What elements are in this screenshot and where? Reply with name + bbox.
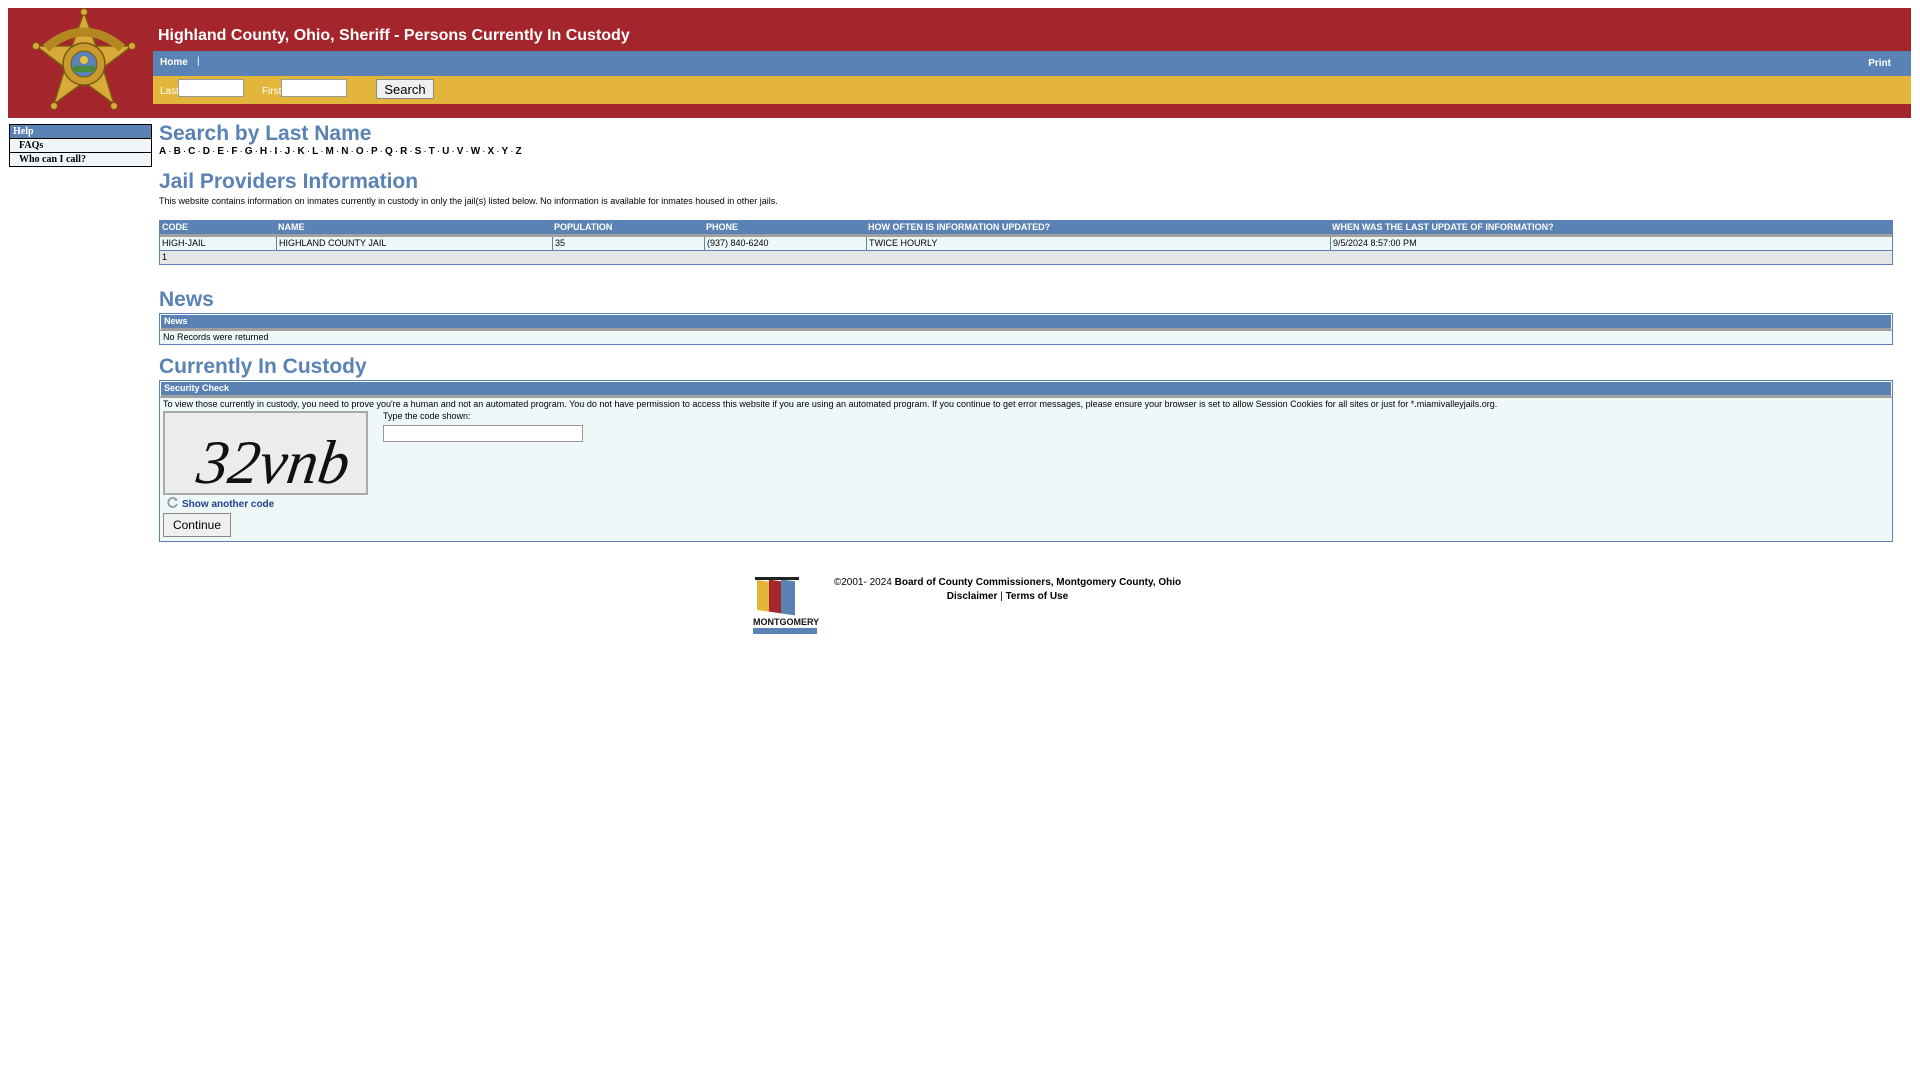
cell-phone: (937) 840-6240: [704, 237, 866, 251]
news-box: News No Records were returned: [159, 313, 1893, 345]
news-empty-message: No Records were returned: [163, 332, 269, 342]
search-by-last-name-title: Search by Last Name: [159, 122, 372, 145]
alphabet-separator: ·: [482, 146, 486, 157]
alphabet-separator: ·: [279, 146, 283, 157]
table-row: HIGH-JAIL HIGHLAND COUNTY JAIL 35 (937) …: [160, 237, 1892, 251]
sheriff-badge-logo: [20, 8, 148, 118]
letter-link-t[interactable]: T: [429, 146, 435, 157]
letter-link-o[interactable]: O: [356, 146, 364, 157]
alphabet-separator: ·: [197, 146, 201, 157]
last-name-input[interactable]: [178, 79, 244, 97]
name-search-bar: Last First Search: [153, 76, 1911, 104]
top-nav: Home | Print: [153, 51, 1911, 76]
cell-name: HIGHLAND COUNTY JAIL: [276, 237, 552, 251]
letter-link-g[interactable]: G: [245, 146, 253, 157]
alphabet-separator: ·: [292, 146, 296, 157]
alphabet-separator: ·: [465, 146, 469, 157]
alphabet-separator: ·: [306, 146, 311, 157]
letter-link-k[interactable]: K: [298, 146, 305, 157]
site-header: Highland County, Ohio, Sheriff - Persons…: [8, 8, 1911, 118]
letter-link-e[interactable]: E: [217, 146, 224, 157]
alphabet-separator: ·: [239, 146, 243, 157]
alphabet-separator: ·: [423, 146, 427, 157]
captcha-code-label: Type the code shown:: [383, 411, 471, 421]
column-header-name: NAME: [276, 221, 552, 237]
refresh-icon: [166, 496, 179, 512]
letter-link-b[interactable]: B: [174, 146, 181, 157]
table-header-row: CODE NAME POPULATION PHONE HOW OFTEN IS …: [160, 221, 1892, 237]
cell-code: HIGH-JAIL: [160, 237, 276, 251]
captcha-area: 32vnb Type the code shown: Show another …: [163, 410, 1889, 540]
alphabet-separator: ·: [168, 146, 172, 157]
column-header-phone: PHONE: [704, 221, 866, 237]
alphabet-separator: ·: [379, 146, 383, 157]
copyright-owner: Board of County Commissioners, Montgomer…: [894, 577, 1182, 588]
show-another-code-link[interactable]: Show another code: [166, 496, 274, 512]
security-check-heading: Security Check: [160, 381, 1892, 398]
pager-page-1[interactable]: 1: [160, 251, 1892, 264]
jail-providers-table: CODE NAME POPULATION PHONE HOW OFTEN IS …: [159, 220, 1893, 265]
cell-population: 35: [552, 237, 704, 251]
alphabet-separator: ·: [350, 146, 354, 157]
footer-text: ©2001- 2024 Board of County Commissioner…: [825, 576, 1190, 604]
nav-separator: |: [197, 56, 200, 67]
alphabet-separator: ·: [394, 146, 399, 157]
last-name-label: Last: [160, 86, 179, 97]
alphabet-separator: ·: [451, 146, 455, 157]
security-check-message: To view those currently in custody, you …: [163, 399, 1498, 409]
alphabet-index: A · B · C · D · E · F · G · H · I · J · K · L · M · N · O · P · Q · R · S · T ·…: [159, 146, 1893, 158]
column-header-code: CODE: [160, 221, 276, 237]
disclaimer-link[interactable]: Disclaimer: [947, 591, 998, 602]
alphabet-separator: ·: [365, 146, 369, 157]
terms-of-use-link[interactable]: Terms of Use: [1006, 591, 1069, 602]
footer-separator: |: [1000, 591, 1003, 602]
first-name-input[interactable]: [281, 79, 347, 97]
search-button[interactable]: Search: [376, 79, 434, 99]
cell-update-frequency: TWICE HOURLY: [866, 237, 1330, 251]
captcha-code-text: 32vnb: [192, 428, 354, 493]
main-content: Search by Last Name A · B · C · D · E · F · G · H · I · J ·…: [159, 122, 1893, 542]
alphabet-separator: ·: [496, 146, 500, 157]
letter-link-w[interactable]: W: [471, 146, 480, 157]
help-sidebar: Help FAQs Who can I call?: [9, 124, 152, 167]
copyright-years: ©2001- 2024: [833, 577, 892, 588]
sidebar-heading: Help: [10, 125, 151, 139]
column-header-population: POPULATION: [552, 221, 704, 237]
show-another-code-label: Show another code: [182, 498, 275, 510]
captcha-code-input[interactable]: [383, 425, 583, 442]
alphabet-separator: ·: [254, 146, 258, 157]
page-footer: MONTGOMERY ©2001- 2024 Board of County C…: [750, 575, 1190, 635]
security-check-box: Security Check To view those currently i…: [159, 380, 1893, 542]
montgomery-county-logo: MONTGOMERY: [750, 575, 820, 635]
print-link[interactable]: Print: [1868, 58, 1891, 69]
column-header-update-frequency: HOW OFTEN IS INFORMATION UPDATED?: [866, 221, 1330, 237]
letter-link-m[interactable]: M: [326, 146, 334, 157]
site-title: Highland County, Ohio, Sheriff - Persons…: [158, 27, 630, 44]
alphabet-separator: ·: [320, 146, 324, 157]
captcha-image: 32vnb: [163, 411, 368, 497]
sidebar-item-faqs[interactable]: FAQs: [10, 139, 151, 153]
letter-link-p[interactable]: P: [371, 146, 378, 157]
sidebar-item-who-can-i-call[interactable]: Who can I call?: [10, 153, 151, 166]
jail-providers-title: Jail Providers Information: [159, 170, 419, 193]
column-header-last-update: WHEN WAS THE LAST UPDATE OF INFORMATION?: [1330, 221, 1892, 237]
jail-providers-description: This website contains information on inm…: [159, 196, 778, 206]
letter-link-q[interactable]: Q: [385, 146, 393, 157]
first-name-label: First: [262, 86, 282, 97]
alphabet-separator: ·: [409, 146, 413, 157]
alphabet-separator: ·: [510, 146, 514, 157]
letter-link-z[interactable]: Z: [516, 146, 522, 157]
news-box-heading: News: [160, 314, 1892, 331]
logo-text: MONTGOMERY: [753, 617, 819, 627]
continue-button[interactable]: Continue: [163, 513, 231, 537]
nav-home-link[interactable]: Home: [160, 57, 188, 68]
currently-in-custody-title: Currently In Custody: [159, 355, 367, 378]
news-title: News: [159, 288, 214, 311]
letter-link-d[interactable]: D: [203, 146, 210, 157]
pager-row: 1: [160, 251, 1892, 264]
cell-last-update: 9/5/2024 8:57:00 PM: [1330, 237, 1892, 251]
